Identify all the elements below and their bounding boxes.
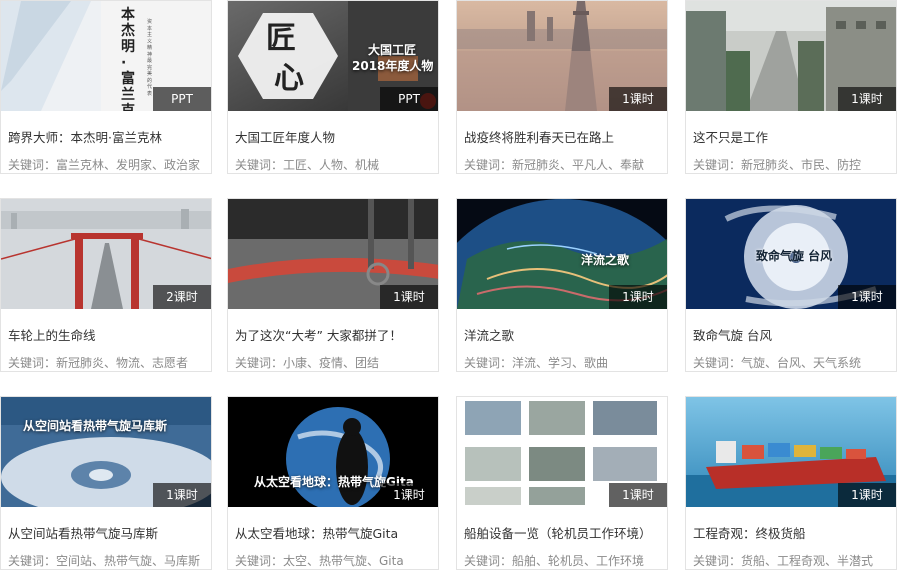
craftsman-image[interactable]: 匠 心 大国工匠 2018年度人物 PPT — [228, 1, 438, 111]
course-title[interactable]: 工程奇观：终极货船 — [693, 523, 891, 542]
course-keywords: 关键词：工匠、人物、机械 — [235, 158, 380, 172]
course-card[interactable]: 2课时 车轮上的生命线 关键词：新冠肺炎、物流、志愿者 — [0, 198, 212, 372]
duration-badge: 1课时 — [609, 87, 667, 111]
duration-badge: 1课时 — [838, 285, 896, 309]
book-subtitle-vertical: 资本主义精神最完美的代表 — [147, 19, 153, 97]
course-card[interactable]: 致命气旋 台风 1课时 致命气旋 台风 关键词：气旋、台风、天气系统 — [685, 198, 897, 372]
course-keywords: 关键词：小康、疫情、团结 — [235, 356, 380, 370]
course-card[interactable]: 匠 心 大国工匠 2018年度人物 PPT 大国工匠年度人物 关键词：工匠、人物… — [227, 0, 439, 174]
heart-char-1: 匠 — [266, 21, 296, 56]
course-keywords: 关键词：富兰克林、发明家、政治家 — [8, 158, 201, 172]
course-keywords: 关键词：新冠肺炎、物流、志愿者 — [8, 356, 189, 370]
duration-badge: 1课时 — [838, 483, 896, 507]
course-keywords: 关键词：气旋、台风、天气系统 — [693, 356, 862, 370]
course-title[interactable]: 从太空看地球：热带气旋Gita — [235, 523, 433, 542]
course-title[interactable]: 致命气旋 台风 — [693, 325, 891, 344]
duration-badge: 1课时 — [153, 483, 211, 507]
course-title[interactable]: 这不只是工作 — [693, 127, 891, 146]
book-title-vertical: 本杰明·富兰克林 — [121, 7, 135, 111]
course-title[interactable]: 洋流之歌 — [464, 325, 662, 344]
empty-street-image[interactable]: 1课时 — [686, 1, 896, 111]
ship-equipment-collage-image[interactable]: 1课时 — [457, 397, 667, 507]
course-keywords: 关键词：新冠肺炎、平凡人、奉献 — [464, 158, 645, 172]
card-overlay-title: 洋流之歌 — [581, 253, 630, 267]
card-overlay-subtitle: 2018年度人物 — [352, 59, 434, 73]
hospital-floor-image[interactable]: 1课时 — [228, 199, 438, 309]
course-card[interactable]: 1课时 为了这次“大考” 大家都拼了！ 关键词：小康、疫情、团结 — [227, 198, 439, 372]
duration-badge: 1课时 — [380, 285, 438, 309]
format-badge: PPT — [153, 87, 211, 111]
course-card[interactable]: 本杰明·富兰克林 资本主义精神最完美的代表 PPT 跨界大师：本杰明·富兰克林 … — [0, 0, 212, 174]
book-cover-image[interactable]: 本杰明·富兰克林 资本主义精神最完美的代表 PPT — [1, 1, 211, 111]
course-keywords: 关键词：货船、工程奇观、半潜式 — [693, 554, 874, 568]
course-card[interactable]: 1课时 战疫终将胜利春天已在路上 关键词：新冠肺炎、平凡人、奉献 — [456, 0, 668, 174]
course-keywords: 关键词：洋流、学习、歌曲 — [464, 356, 609, 370]
duration-badge: 1课时 — [609, 285, 667, 309]
course-title[interactable]: 战疫终将胜利春天已在路上 — [464, 127, 662, 146]
course-title[interactable]: 船舶设备一览（轮机员工作环境） — [464, 523, 662, 542]
cargo-ship-image[interactable]: 1课时 — [686, 397, 896, 507]
duration-badge: 1课时 — [609, 483, 667, 507]
course-title[interactable]: 车轮上的生命线 — [8, 325, 206, 344]
course-card[interactable]: 1课时 这不只是工作 关键词：新冠肺炎、市民、防控 — [685, 0, 897, 174]
heart-char-2: 心 — [274, 61, 304, 96]
course-card[interactable]: 1课时 船舶设备一览（轮机员工作环境） 关键词：船舶、轮机员、工作环境 — [456, 396, 668, 570]
course-title[interactable]: 为了这次“大考” 大家都拼了！ — [235, 325, 433, 344]
course-keywords: 关键词：新冠肺炎、市民、防控 — [693, 158, 862, 172]
course-title[interactable]: 跨界大师：本杰明·富兰克林 — [8, 127, 206, 146]
course-card[interactable]: 从空间站看热带气旋马库斯 1课时 从空间站看热带气旋马库斯 关键词：空间站、热带… — [0, 396, 212, 570]
earth-silhouette-image[interactable]: 从太空看地球：热带气旋Gita 1课时 — [228, 397, 438, 507]
course-keywords: 关键词：空间站、热带气旋、马库斯 — [8, 554, 201, 568]
ocean-current-globe-image[interactable]: 洋流之歌 1课时 — [457, 199, 667, 309]
course-grid: 本杰明·富兰克林 资本主义精神最完美的代表 PPT 跨界大师：本杰明·富兰克林 … — [0, 0, 899, 572]
cyclone-from-space-image[interactable]: 从空间站看热带气旋马库斯 1课时 — [1, 397, 211, 507]
typhoon-satellite-image[interactable]: 致命气旋 台风 1课时 — [686, 199, 896, 309]
course-keywords: 关键词：船舶、轮机员、工作环境 — [464, 554, 645, 568]
card-overlay-title: 致命气旋 台风 — [756, 249, 833, 263]
duration-badge: 2课时 — [153, 285, 211, 309]
duration-badge: 1课时 — [838, 87, 896, 111]
card-overlay-title: 大国工匠 — [368, 43, 417, 57]
card-overlay-title: 从空间站看热带气旋马库斯 — [23, 419, 168, 433]
bridge-city-image[interactable]: 1课时 — [457, 1, 667, 111]
course-card[interactable]: 1课时 工程奇观：终极货船 关键词：货船、工程奇观、半潜式 — [685, 396, 897, 570]
course-keywords: 关键词：太空、热带气旋、Gita — [235, 554, 404, 568]
format-badge: PPT — [380, 87, 438, 111]
course-card[interactable]: 洋流之歌 1课时 洋流之歌 关键词：洋流、学习、歌曲 — [456, 198, 668, 372]
course-title[interactable]: 从空间站看热带气旋马库斯 — [8, 523, 206, 542]
course-card[interactable]: 从太空看地球：热带气旋Gita 1课时 从太空看地球：热带气旋Gita 关键词：… — [227, 396, 439, 570]
course-title[interactable]: 大国工匠年度人物 — [235, 127, 433, 146]
foggy-bridge-image[interactable]: 2课时 — [1, 199, 211, 309]
duration-badge: 1课时 — [380, 483, 438, 507]
